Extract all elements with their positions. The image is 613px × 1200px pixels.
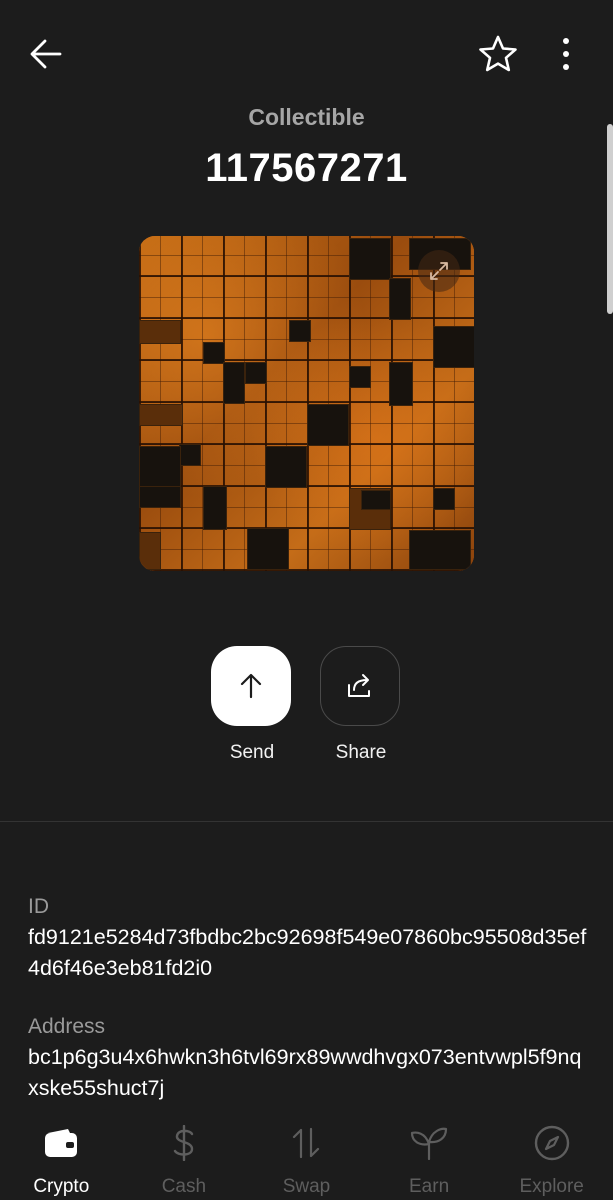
- nav-label-swap: Swap: [282, 1176, 331, 1197]
- address-value[interactable]: bc1p6g3u4x6hwkn3h6tvl69rx89wwdhvgx073ent…: [28, 1042, 588, 1104]
- id-field: ID fd9121e5284d73fbdbc2bc92698f549e07860…: [28, 895, 588, 984]
- nav-label-cash: Cash: [161, 1176, 207, 1197]
- address-label: Address: [28, 1015, 106, 1038]
- swap-icon: [287, 1124, 325, 1162]
- address-field: Address bc1p6g3u4x6hwkn3h6tvl69rx89wwdhv…: [28, 1015, 588, 1104]
- share-label: Share: [335, 742, 387, 763]
- page-subtitle: Collectible: [248, 104, 365, 130]
- id-label: ID: [28, 895, 49, 918]
- arrow-left-icon: [30, 39, 62, 69]
- star-icon: [479, 35, 517, 72]
- scrollbar[interactable]: [607, 124, 613, 314]
- dollar-icon: [165, 1124, 203, 1162]
- share-icon: [348, 674, 370, 697]
- favorite-button[interactable]: [474, 30, 522, 78]
- nav-label-explore: Explore: [519, 1176, 584, 1197]
- collectible-title: 117567271: [205, 146, 408, 190]
- expand-icon: [430, 262, 448, 280]
- nav-item-earn[interactable]: Earn: [368, 1108, 491, 1200]
- share-button[interactable]: [320, 646, 400, 726]
- more-vertical-icon: [563, 38, 569, 70]
- send-label: Send: [229, 742, 275, 763]
- nav-item-cash[interactable]: Cash: [123, 1108, 246, 1200]
- wallet-icon: [42, 1124, 80, 1162]
- nav-item-crypto[interactable]: Crypto: [0, 1108, 123, 1200]
- arrow-up-icon: [240, 673, 262, 699]
- send-button[interactable]: [211, 646, 291, 726]
- send-action: Send: [211, 646, 293, 764]
- expand-button[interactable]: [418, 250, 460, 292]
- nav-item-explore[interactable]: Explore: [490, 1108, 613, 1200]
- nav-item-swap[interactable]: Swap: [245, 1108, 368, 1200]
- bottom-navigation: Crypto Cash Swap Earn Explore: [0, 1108, 613, 1200]
- collectible-artwork[interactable]: [139, 236, 474, 571]
- share-action: Share: [320, 646, 402, 764]
- compass-icon: [533, 1124, 571, 1162]
- nav-label-crypto: Crypto: [33, 1176, 90, 1197]
- nav-label-earn: Earn: [409, 1176, 450, 1197]
- more-options-button[interactable]: [546, 30, 586, 78]
- section-divider: [0, 821, 613, 822]
- back-button[interactable]: [22, 30, 70, 78]
- sprout-icon: [410, 1124, 448, 1162]
- id-value[interactable]: fd9121e5284d73fbdbc2bc92698f549e07860bc9…: [28, 922, 588, 984]
- top-bar: [0, 0, 613, 110]
